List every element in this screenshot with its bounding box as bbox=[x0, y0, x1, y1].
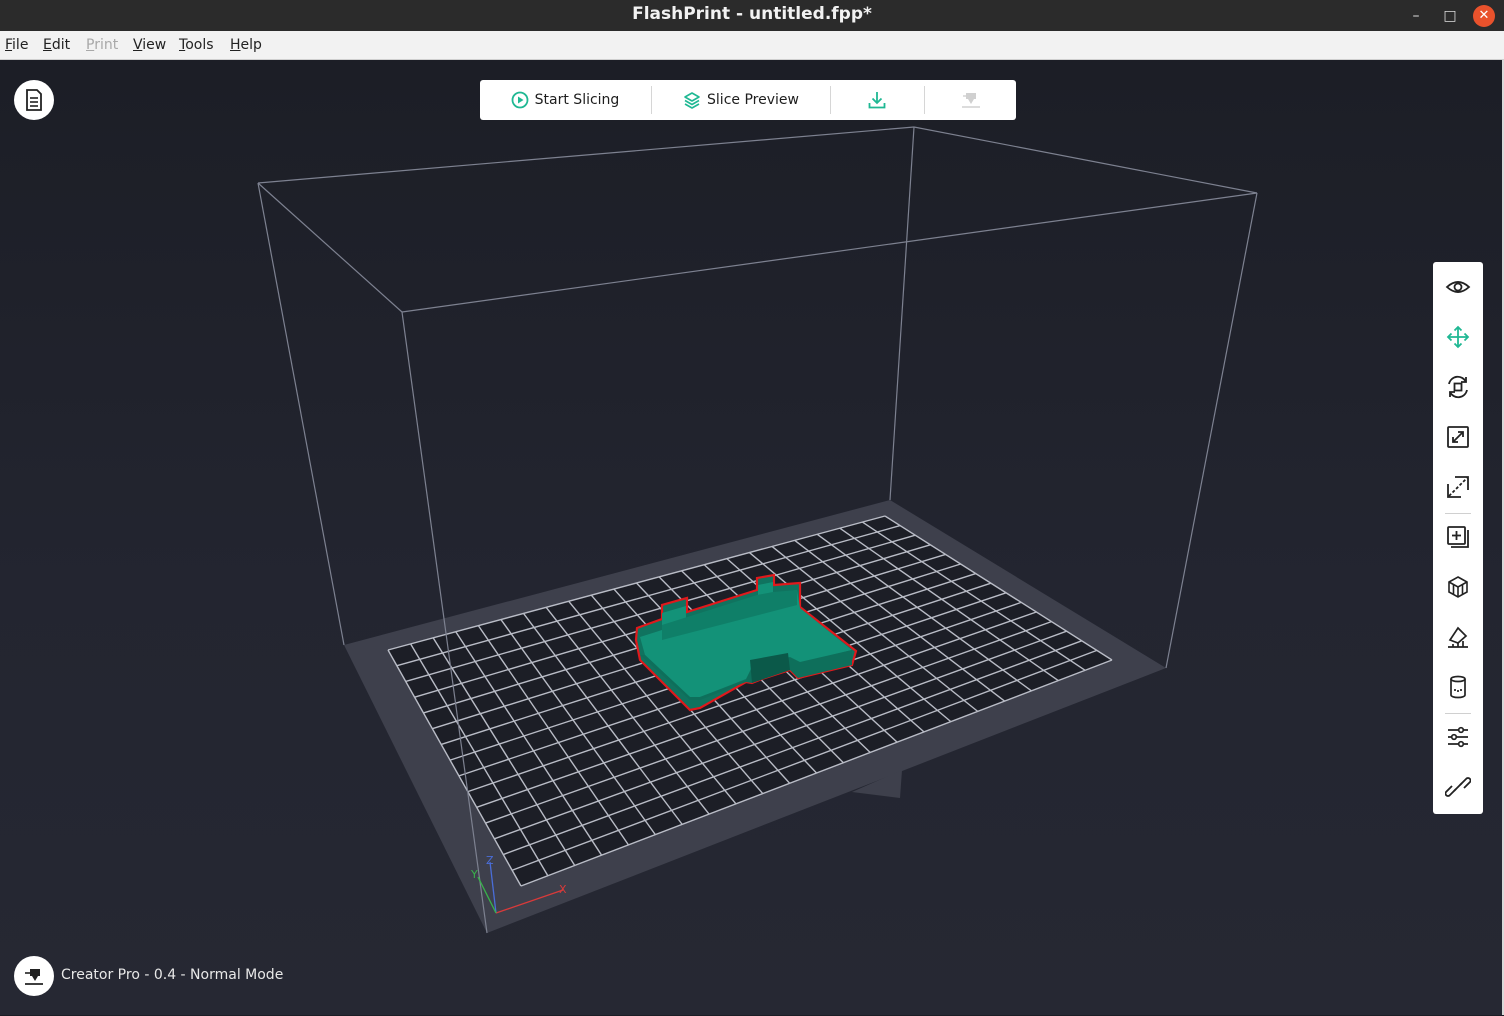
slicing-toolbar: Start Slicing Slice Preview bbox=[480, 80, 1016, 120]
move-icon bbox=[1446, 325, 1470, 349]
window-title-bar: FlashPrint - untitled.fpp* – □ ✕ bbox=[0, 0, 1504, 31]
menu-view[interactable]: View bbox=[133, 37, 166, 53]
place-on-face-button[interactable] bbox=[1433, 615, 1483, 659]
move-tool-button[interactable] bbox=[1433, 315, 1483, 359]
menu-edit[interactable]: Edit bbox=[43, 37, 70, 53]
menu-print[interactable]: Print bbox=[86, 37, 118, 53]
menu-tools[interactable]: Tools bbox=[179, 37, 214, 53]
axis-z-label: Z bbox=[486, 854, 494, 867]
printer-status-label: Creator Pro - 0.4 - Normal Mode bbox=[61, 967, 284, 983]
panel-divider bbox=[1445, 713, 1471, 714]
download-icon bbox=[868, 92, 886, 109]
start-slicing-button[interactable]: Start Slicing bbox=[480, 80, 650, 120]
menu-file[interactable]: File bbox=[5, 37, 28, 53]
place-on-face-icon bbox=[1448, 626, 1468, 648]
raft-button[interactable] bbox=[1433, 665, 1483, 709]
axis-y-label: Y bbox=[470, 868, 478, 881]
scale-icon bbox=[1447, 426, 1469, 448]
start-slicing-label: Start Slicing bbox=[534, 92, 620, 108]
layers-icon bbox=[684, 92, 700, 109]
play-circle-icon bbox=[511, 91, 529, 109]
cut-icon bbox=[1447, 476, 1469, 498]
menu-bar: File Edit Print View Tools Help bbox=[0, 31, 1504, 60]
panel-divider bbox=[1445, 513, 1471, 514]
rotate-icon bbox=[1448, 375, 1468, 399]
printer-nozzle-icon bbox=[961, 93, 980, 108]
raft-icon bbox=[1450, 675, 1466, 699]
menu-help[interactable]: Help bbox=[230, 37, 262, 53]
build-volume-scene: X Z Y bbox=[257, 126, 1258, 934]
supports-button[interactable] bbox=[1433, 565, 1483, 609]
3d-viewport[interactable]: X Z Y bbox=[0, 60, 1504, 1015]
minimize-button[interactable]: – bbox=[1405, 5, 1427, 27]
maximize-button[interactable]: □ bbox=[1439, 5, 1461, 27]
supports-icon bbox=[1448, 576, 1468, 598]
printer-select-button[interactable] bbox=[14, 956, 54, 996]
view-tool-button[interactable] bbox=[1433, 265, 1483, 309]
scale-tool-button[interactable] bbox=[1433, 415, 1483, 459]
add-model-icon bbox=[1447, 526, 1469, 548]
file-list-button[interactable] bbox=[14, 80, 54, 120]
connect-printer-button[interactable] bbox=[1433, 765, 1483, 809]
slice-preview-label: Slice Preview bbox=[707, 92, 799, 108]
cut-tool-button[interactable] bbox=[1433, 465, 1483, 509]
add-model-button[interactable] bbox=[1433, 515, 1483, 559]
send-to-printer-button[interactable] bbox=[925, 80, 1016, 120]
document-icon bbox=[26, 89, 42, 111]
tool-panel bbox=[1433, 262, 1483, 814]
eye-icon bbox=[1445, 281, 1471, 293]
export-button[interactable] bbox=[831, 80, 923, 120]
settings-sliders-icon bbox=[1448, 726, 1468, 748]
link-icon bbox=[1445, 777, 1471, 797]
axis-x-label: X bbox=[559, 883, 567, 896]
slice-preview-button[interactable]: Slice Preview bbox=[652, 80, 830, 120]
rotate-tool-button[interactable] bbox=[1433, 365, 1483, 409]
window-title: FlashPrint - untitled.fpp* bbox=[632, 4, 872, 24]
print-settings-button[interactable] bbox=[1433, 715, 1483, 759]
printer-nozzle-icon bbox=[25, 969, 43, 985]
close-button[interactable]: ✕ bbox=[1473, 5, 1495, 27]
